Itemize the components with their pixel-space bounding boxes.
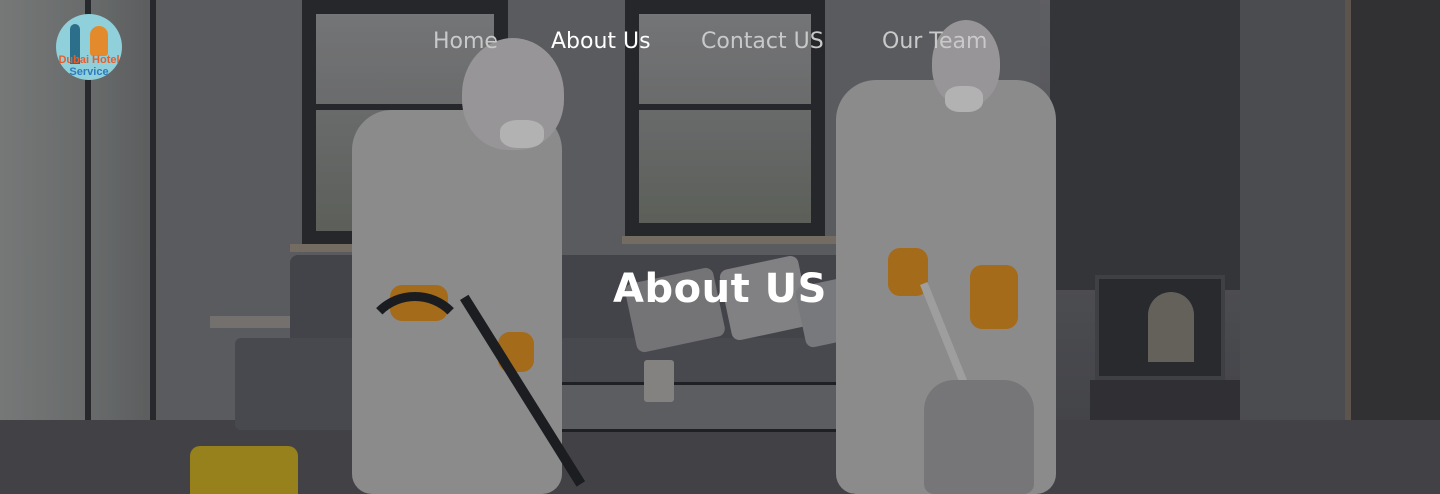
nav-link-home[interactable]: Home bbox=[433, 29, 498, 54]
hero-banner: Dubai Hotel Service Home About Us Contac… bbox=[0, 0, 1440, 494]
nav-link-about-us[interactable]: About Us bbox=[551, 29, 651, 54]
nav-link-our-team[interactable]: Our Team bbox=[882, 29, 987, 54]
main-navigation: Home About Us Contact US Our Team bbox=[0, 0, 1440, 88]
page-title: About US bbox=[613, 266, 827, 312]
nav-link-contact-us[interactable]: Contact US bbox=[701, 29, 824, 54]
